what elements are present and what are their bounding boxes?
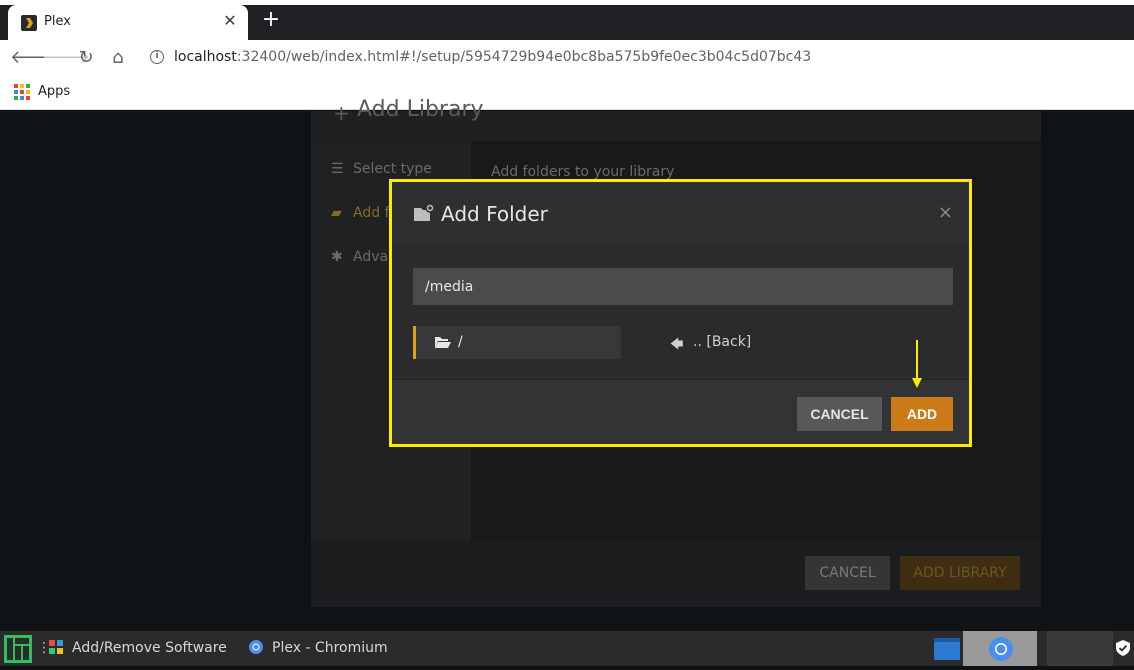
add-folder-header: Add Folder × — [392, 182, 969, 245]
bookmark-apps[interactable]: Apps — [38, 84, 70, 99]
workspace-window-icon[interactable] — [934, 638, 960, 660]
sidebar-item-label: Select type — [353, 161, 432, 177]
back-arrow-icon[interactable]: 🡐 — [10, 46, 58, 70]
taskbar-item-chromium[interactable]: Plex - Chromium — [248, 631, 388, 666]
plus-icon: + — [333, 101, 350, 125]
taskbar-item-label: Add/Remove Software — [72, 640, 227, 656]
folder-open-icon: ▰ — [331, 205, 342, 221]
modal-title: Add Folder — [441, 202, 548, 226]
add-folder-modal: Add Folder × / 🡄 .. [Back] CANCEL ADD — [389, 179, 972, 447]
add-library-footer: CANCEL ADD LIBRARY — [311, 541, 1041, 607]
taskbar-item-label: Plex - Chromium — [272, 640, 388, 656]
browser-tab-plex[interactable]: Plex ✕ — [8, 5, 248, 40]
tab-title: Plex — [44, 14, 71, 29]
list-icon: ☰ — [331, 161, 344, 177]
software-manager-icon — [49, 640, 63, 654]
workspace-pager-active[interactable] — [963, 631, 1037, 666]
folder-open-icon — [435, 337, 451, 348]
sidebar-item-select-type[interactable]: ☰ Select type — [331, 161, 432, 177]
manjaro-logo-icon[interactable] — [4, 635, 32, 663]
add-folder-footer: CANCEL ADD — [392, 379, 969, 444]
directory-item-label: / — [458, 334, 463, 350]
chromium-icon — [249, 640, 263, 654]
directory-list-item-root[interactable]: / — [413, 326, 621, 359]
tab-close-icon[interactable]: ✕ — [220, 11, 240, 31]
add-folders-hint: Add folders to your library — [491, 164, 675, 180]
sidebar-item-label: Add folders — [353, 205, 391, 221]
gear-icon: ✱ — [331, 249, 343, 265]
modal-add-button[interactable]: ADD — [891, 397, 953, 431]
add-library-header: + Add Library — [311, 97, 1041, 141]
url-path: :32400/web/index.html#!/setup/5954729b94… — [236, 49, 812, 65]
forward-arrow-icon[interactable]: 🡒 — [42, 46, 90, 70]
annotation-arrow-icon — [912, 340, 922, 388]
sidebar-item-add-folders[interactable]: ▰ Add folders — [331, 205, 391, 221]
folder-plus-icon — [414, 203, 435, 221]
home-icon[interactable]: ⌂ — [106, 46, 130, 70]
taskbar-item-software[interactable]: Add/Remove Software — [48, 631, 227, 666]
plex-favicon-icon — [21, 15, 37, 31]
new-tab-button[interactable]: + — [259, 8, 283, 32]
browser-tabstrip: Plex ✕ + — [0, 0, 1134, 40]
add-library-title: Add Library — [357, 97, 484, 122]
workspace-pager[interactable] — [1047, 631, 1113, 666]
modal-cancel-button[interactable]: CANCEL — [797, 397, 882, 431]
reload-icon[interactable]: ↻ — [74, 46, 98, 70]
add-library-button[interactable]: ADD LIBRARY — [900, 556, 1020, 590]
chromium-icon — [989, 637, 1013, 661]
url-host: localhost — [174, 49, 237, 65]
arrow-left-icon: 🡄 — [670, 337, 684, 352]
address-bar[interactable]: i localhost:32400/web/index.html#!/setup… — [146, 44, 1126, 72]
site-info-icon[interactable]: i — [150, 50, 164, 64]
bookmarks-bar — [0, 76, 1134, 110]
back-directory-item[interactable]: 🡄 .. [Back] — [670, 326, 790, 359]
apps-grid-icon[interactable] — [14, 84, 30, 100]
add-folder-body: / 🡄 .. [Back] — [392, 246, 969, 379]
library-cancel-button[interactable]: CANCEL — [805, 556, 890, 590]
folder-path-input[interactable] — [413, 268, 953, 305]
close-icon[interactable]: × — [938, 202, 953, 223]
browser-toolbar: 🡐 🡒 ↻ ⌂ i localhost:32400/web/index.html… — [0, 40, 1134, 76]
sidebar-item-advanced[interactable]: ✱ Advanced — [331, 249, 391, 265]
url-text[interactable]: localhost:32400/web/index.html#!/setup/5… — [174, 49, 811, 65]
back-item-label: .. [Back] — [693, 334, 752, 350]
sidebar-item-label: Advanced — [353, 249, 391, 265]
shield-check-icon[interactable] — [1116, 640, 1130, 656]
